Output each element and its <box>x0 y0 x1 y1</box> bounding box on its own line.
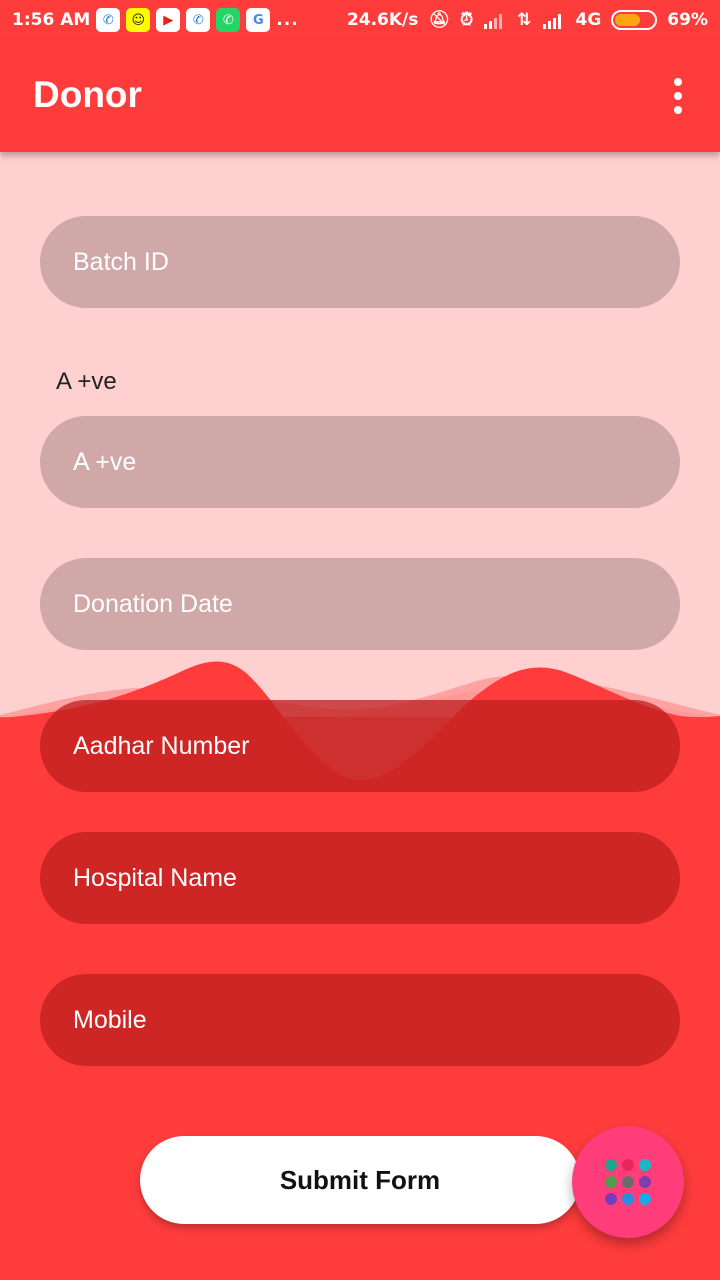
alarm-icon: ⏰︎ <box>459 10 474 30</box>
fab-dot <box>639 1176 651 1188</box>
submit-form-button[interactable]: Submit Form <box>140 1136 580 1224</box>
more-vert-icon[interactable] <box>670 78 686 114</box>
fab-dot <box>605 1193 617 1205</box>
network-type: 4G <box>575 10 602 30</box>
silent-icon: 🔕︎ <box>428 10 450 30</box>
donation-date-placeholder: Donation Date <box>73 589 233 618</box>
hospital-placeholder: Hospital Name <box>73 863 237 892</box>
battery-percent: 69% <box>667 10 708 30</box>
status-left: 1:56 AM ✆ ☺ ▶ ✆ ✆ G ... <box>12 8 299 32</box>
screen: 1:56 AM ✆ ☺ ▶ ✆ ✆ G ... 24.6K/s 🔕︎ ⏰︎ ⇅ … <box>0 0 720 1280</box>
fab-dot <box>605 1176 617 1188</box>
hospital-name-field[interactable]: Hospital Name <box>40 832 680 924</box>
mobile-placeholder: Mobile <box>73 1005 147 1034</box>
aadhar-placeholder: Aadhar Number <box>73 731 250 760</box>
fab-dot <box>639 1193 651 1205</box>
aadhar-number-field[interactable]: Aadhar Number <box>40 700 680 792</box>
blood-group-label: A +ve <box>56 368 117 395</box>
more-notifications: ... <box>276 10 299 30</box>
app-bar: Donor <box>0 40 720 152</box>
signal-icon <box>484 14 503 29</box>
fab-dot <box>622 1176 634 1188</box>
phone-icon: ✆ <box>96 8 121 32</box>
network-speed: 24.6K/s <box>346 10 419 30</box>
page-title: Donor <box>33 74 142 115</box>
submit-label: Submit Form <box>279 1164 441 1195</box>
whatsapp-icon: ✆ <box>216 8 241 32</box>
status-right: 24.6K/s 🔕︎ ⏰︎ ⇅ 4G 69% <box>347 10 708 30</box>
battery-fill <box>615 14 641 26</box>
blood-group-field[interactable]: A +ve <box>40 416 680 508</box>
fab-dot <box>622 1193 634 1205</box>
batch-id-field[interactable]: Batch ID <box>40 216 680 308</box>
google-icon: G <box>246 8 271 32</box>
apps-grid-icon <box>605 1159 651 1205</box>
mobile-field[interactable]: Mobile <box>40 974 680 1066</box>
blood-group-value: A +ve <box>73 447 137 476</box>
menu-dot <box>674 92 682 100</box>
status-time: 1:56 AM <box>12 10 91 30</box>
donation-date-field[interactable]: Donation Date <box>40 558 680 650</box>
fab-button[interactable] <box>572 1126 684 1238</box>
youtube-icon: ▶ <box>156 8 181 32</box>
snapchat-icon: ☺ <box>126 8 151 32</box>
battery-icon <box>611 10 658 30</box>
signal-icon <box>542 14 561 29</box>
fab-dot <box>622 1159 634 1171</box>
menu-dot <box>674 106 682 114</box>
menu-dot <box>674 78 682 86</box>
fab-dot <box>605 1159 617 1171</box>
data-arrows-icon: ⇅ <box>517 10 532 30</box>
status-bar: 1:56 AM ✆ ☺ ▶ ✆ ✆ G ... 24.6K/s 🔕︎ ⏰︎ ⇅ … <box>0 0 720 40</box>
fab-dot <box>639 1159 651 1171</box>
batch-id-placeholder: Batch ID <box>73 247 169 276</box>
phone-icon: ✆ <box>186 8 211 32</box>
